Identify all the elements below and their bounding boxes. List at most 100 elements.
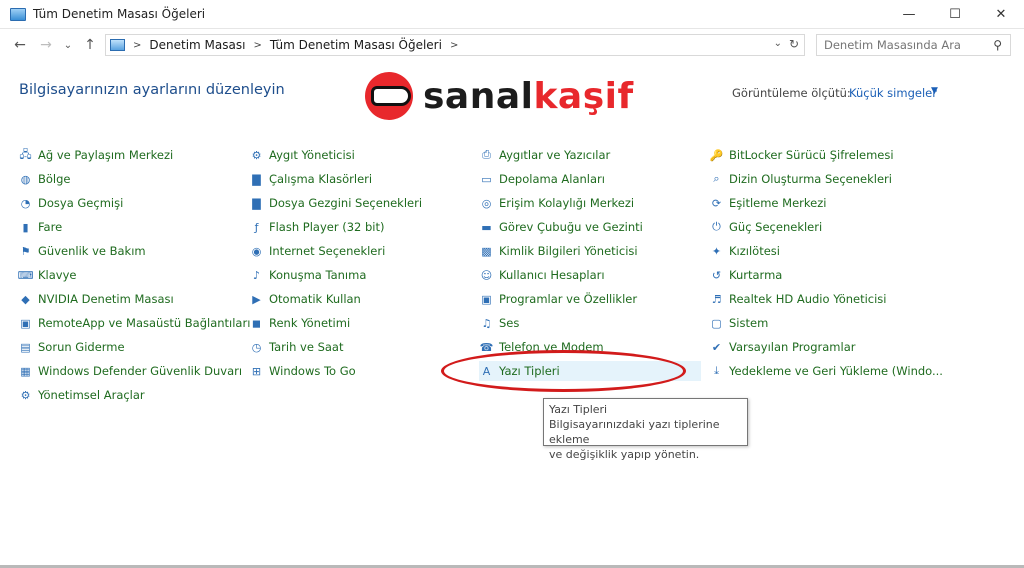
firewall-icon: ▦ (20, 364, 31, 378)
history-icon: ◔ (20, 196, 31, 210)
breadcrumb-tum-ogeler[interactable]: Tüm Denetim Masası Öğeleri (270, 38, 442, 52)
breadcrumb-denetim-masasi[interactable]: Denetim Masası (149, 38, 245, 52)
taskbar-icon: ▬ (481, 220, 492, 234)
item-label: Dizin Oluşturma Seçenekleri (729, 172, 892, 186)
list-item[interactable]: ▬ Görev Çubuğu ve Gezinti (479, 217, 643, 237)
recent-locations-button[interactable]: ⌄ (58, 35, 78, 55)
indexing-icon: ⌕ (713, 172, 720, 185)
item-label: Windows Defender Güvenlik Duvarı (38, 364, 243, 378)
search-input[interactable] (824, 38, 984, 52)
list-item[interactable]: ▣ Programlar ve Özellikler (479, 289, 637, 309)
item-label: Dosya Gezgini Seçenekleri (269, 196, 423, 210)
item-label: Güvenlik ve Bakım (38, 244, 146, 258)
maximize-button[interactable]: ☐ (932, 0, 978, 29)
mouse-icon: ▮ (22, 220, 29, 234)
list-item[interactable]: ▢ Sistem (709, 313, 768, 333)
list-item[interactable]: ⌕ Dizin Oluşturma Seçenekleri (709, 169, 892, 189)
chevron-right-icon[interactable]: > (450, 40, 458, 51)
chevron-right-icon[interactable]: > (253, 40, 261, 51)
system-icon: ▢ (711, 316, 722, 330)
item-label: Eşitleme Merkezi (729, 196, 827, 210)
troubleshoot-icon: ▤ (20, 340, 31, 354)
address-bar[interactable]: > Denetim Masası > Tüm Denetim Masası Öğ… (105, 34, 805, 56)
item-label: BitLocker Sürücü Şifrelemesi (729, 148, 894, 162)
chevron-down-icon[interactable]: ⌄ (774, 38, 782, 49)
list-item[interactable]: ⚑ Güvenlik ve Bakım (18, 241, 146, 261)
list-item[interactable]: ⎙ Aygıtlar ve Yazıcılar (479, 145, 610, 165)
list-item[interactable]: ☺ Kullanıcı Hesapları (479, 265, 605, 285)
list-item[interactable]: ◼ Renk Yönetimi (249, 313, 350, 333)
list-item[interactable]: ◎ Erişim Kolaylığı Merkezi (479, 193, 634, 213)
list-item[interactable]: ◍ Bölge (18, 169, 71, 189)
folder-icon: ▇ (252, 172, 261, 186)
flag-icon: ⚑ (20, 244, 31, 258)
item-label: Sistem (729, 316, 769, 330)
refresh-icon[interactable]: ↻ (789, 37, 799, 51)
list-item[interactable]: ↺ Kurtarma (709, 265, 782, 285)
list-item[interactable]: ✔ Varsayılan Programlar (709, 337, 856, 357)
item-label: Kurtarma (729, 268, 783, 282)
item-label: Konuşma Tanıma (269, 268, 367, 282)
chevron-right-icon[interactable]: > (133, 40, 141, 51)
list-item[interactable]: ⟳ Eşitleme Merkezi (709, 193, 827, 213)
item-label: Programlar ve Özellikler (499, 292, 638, 306)
list-item[interactable]: ▦ Windows Defender Güvenlik Duvarı (18, 361, 242, 381)
remote-icon: ▣ (20, 316, 31, 330)
list-item[interactable]: ⏻ Güç Seçenekleri (709, 217, 822, 237)
view-by-label: Görüntüleme ölçütü: (732, 86, 851, 100)
pointing-hand-icon (365, 68, 415, 124)
search-icon[interactable]: ⚲ (993, 38, 1002, 52)
list-item[interactable]: ◔ Dosya Geçmişi (18, 193, 124, 213)
list-item[interactable]: 🖧 Ağ ve Paylaşım Merkezi (18, 145, 173, 165)
search-box[interactable]: ⚲ (816, 34, 1011, 56)
item-label: Yedekleme ve Geri Yükleme (Windo... (729, 364, 943, 378)
back-button[interactable]: ← (10, 35, 30, 55)
speaker-icon: ♫ (481, 316, 492, 330)
caret-down-icon[interactable]: ▼ (931, 86, 938, 96)
list-item[interactable]: ♫ Ses (479, 313, 520, 333)
list-item[interactable]: ◷ Tarih ve Saat (249, 337, 344, 357)
list-item[interactable]: ✦ Kızılötesi (709, 241, 780, 261)
list-item[interactable]: ▶ Otomatik Kullan (249, 289, 361, 309)
item-label: Depolama Alanları (499, 172, 605, 186)
list-item[interactable]: ▇ Dosya Gezgini Seçenekleri (249, 193, 422, 213)
internet-icon: ◉ (251, 244, 262, 258)
list-item[interactable]: ◉ Internet Seçenekleri (249, 241, 386, 261)
list-item[interactable]: ⚙ Yönetimsel Araçlar (18, 385, 145, 405)
printer-icon: ⎙ (482, 148, 491, 161)
list-item[interactable]: ▮ Fare (18, 217, 62, 237)
window-controls: — ☐ ✕ (886, 0, 1024, 29)
list-item[interactable]: ▇ Çalışma Klasörleri (249, 169, 372, 189)
minimize-button[interactable]: — (886, 0, 932, 29)
item-label: Dosya Geçmişi (38, 196, 124, 210)
list-item[interactable]: ♬ Realtek HD Audio Yöneticisi (709, 289, 887, 309)
device-manager-icon: ⚙ (251, 148, 262, 162)
item-label: NVIDIA Denetim Masası (38, 292, 174, 306)
item-label: Kullanıcı Hesapları (499, 268, 605, 282)
bitlocker-icon: 🔑 (709, 148, 724, 162)
list-item[interactable]: ▤ Sorun Giderme (18, 337, 124, 357)
folder-options-icon: ▇ (252, 196, 261, 210)
keyboard-icon: ⌨ (17, 268, 34, 282)
programs-icon: ▣ (481, 292, 492, 306)
list-item[interactable]: ⌨ Klavye (17, 265, 77, 285)
list-item[interactable]: ⚙ Aygıt Yöneticisi (249, 145, 355, 165)
forward-button[interactable]: → (36, 35, 56, 55)
item-label: Tarih ve Saat (269, 340, 344, 354)
list-item[interactable]: ▭ Depolama Alanları (479, 169, 605, 189)
list-item[interactable]: ⊞ Windows To Go (249, 361, 356, 381)
close-button[interactable]: ✕ (978, 0, 1024, 29)
list-item[interactable]: ♪ Konuşma Tanıma (249, 265, 366, 285)
up-button[interactable]: ↑ (80, 35, 100, 55)
list-item[interactable]: ▩ Kimlik Bilgileri Yöneticisi (479, 241, 637, 261)
list-item[interactable]: 🔑 BitLocker Sürücü Şifrelemesi (709, 145, 894, 165)
list-item[interactable]: ▣ RemoteApp ve Masaüstü Bağlantıları (18, 313, 250, 333)
nvidia-icon: ◆ (21, 292, 30, 306)
list-item[interactable]: ◆ NVIDIA Denetim Masası (18, 289, 174, 309)
list-item[interactable]: ƒ Flash Player (32 bit) (249, 217, 385, 237)
accessibility-icon: ◎ (481, 196, 492, 210)
list-item[interactable]: ⤓ Yedekleme ve Geri Yükleme (Windo... (709, 361, 943, 381)
item-label: Ağ ve Paylaşım Merkezi (38, 148, 174, 162)
phone-icon: ☎ (479, 340, 494, 354)
view-by-dropdown[interactable]: Küçük simgeler (849, 86, 937, 100)
